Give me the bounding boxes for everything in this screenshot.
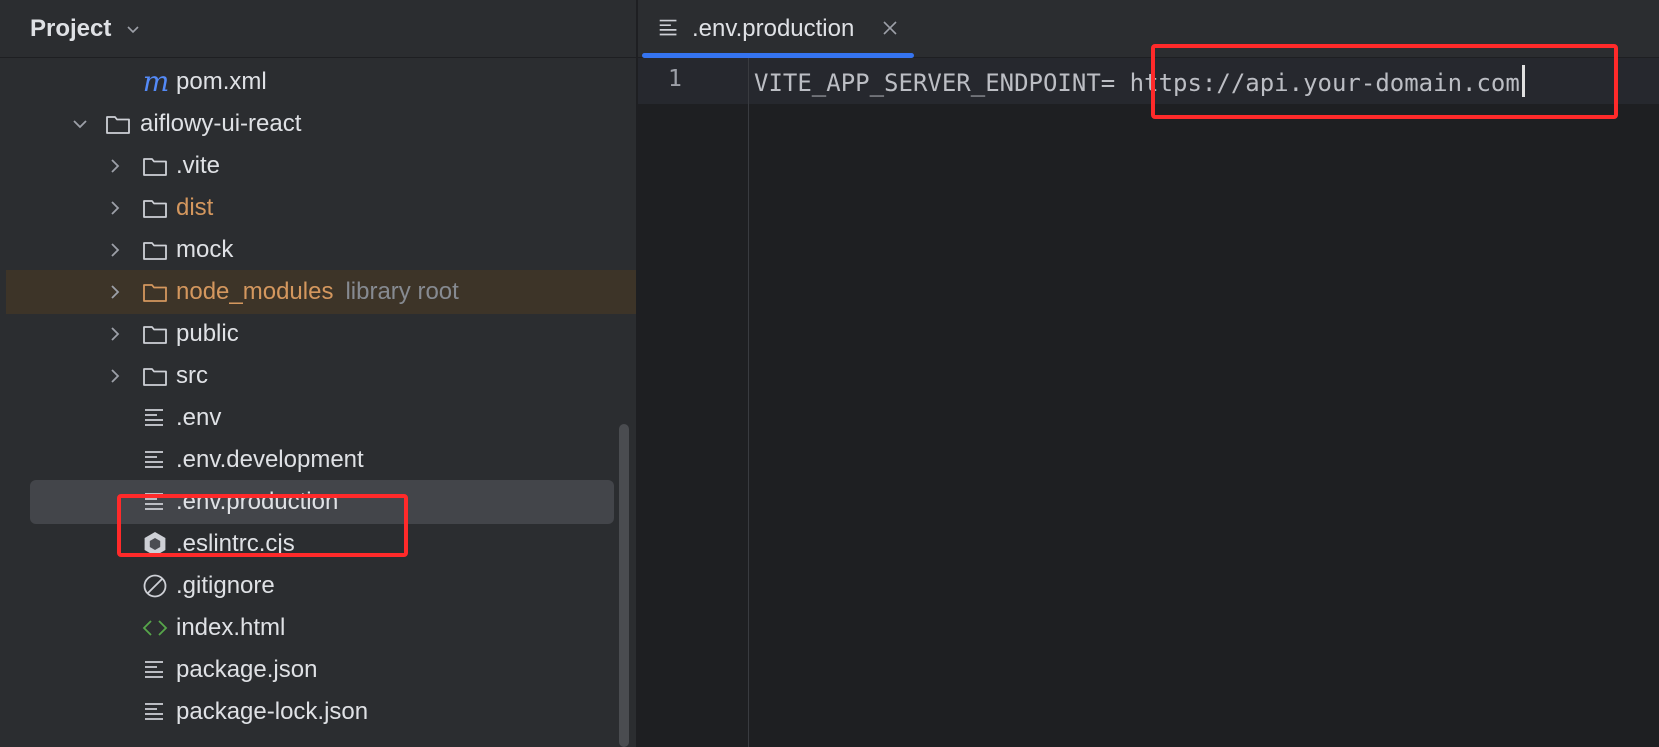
tree-item-label: dist <box>176 194 214 221</box>
html-file-icon <box>142 620 168 636</box>
tree-item-package-lock-json[interactable]: package-lock.json <box>6 690 636 734</box>
text-file-icon <box>145 451 163 468</box>
chevron-right-icon[interactable] <box>106 199 124 217</box>
eslint-icon <box>144 532 166 556</box>
tree-item-mock[interactable]: mock <box>6 228 636 272</box>
text-file-icon <box>145 703 163 720</box>
tree-item-dist[interactable]: dist <box>6 186 636 230</box>
tree-item-label: package.json <box>176 656 318 683</box>
tree-item-eslintrc[interactable]: .eslintrc.cjs <box>6 522 636 566</box>
text-file-icon <box>659 19 677 36</box>
tree-item-pom-xml[interactable]: m pom.xml <box>6 60 636 104</box>
tree-item-aiflowy-ui-react[interactable]: aiflowy-ui-react <box>6 102 636 146</box>
chevron-down-icon[interactable] <box>71 115 89 133</box>
folder-icon <box>143 200 167 218</box>
tab-label: .env.production <box>692 15 855 42</box>
tree-item-gitignore[interactable]: .gitignore <box>6 564 636 608</box>
folder-icon <box>106 116 130 134</box>
tab-env-production[interactable]: .env.production <box>642 0 914 58</box>
gutter-divider <box>748 58 749 747</box>
tree-item-label: src <box>176 362 208 389</box>
tree-item-node-modules[interactable]: node_modules library root <box>6 270 636 314</box>
text-file-icon <box>145 661 163 678</box>
close-icon[interactable] <box>882 20 898 36</box>
tree-item-env-production[interactable]: .env.production <box>30 480 614 524</box>
tree-item-label: .vite <box>176 152 221 179</box>
tree-item-label: package-lock.json <box>176 698 369 725</box>
tree-item-label: index.html <box>176 614 286 641</box>
tree-item-label: node_modules <box>176 278 334 305</box>
env-value: https://api.your-domain.com <box>1115 69 1520 97</box>
library-root-hint: library root <box>345 278 459 305</box>
folder-icon <box>143 368 167 386</box>
chevron-right-icon[interactable] <box>106 367 124 385</box>
folder-icon <box>143 242 167 260</box>
maven-icon: m <box>142 65 170 98</box>
editor-panel: .env.production 1 VITE_APP_SERVER_ENDPOI… <box>638 0 1659 747</box>
tree-item-env-development[interactable]: .env.development <box>6 438 636 482</box>
tree-item-vite[interactable]: .vite <box>6 144 636 188</box>
env-key: VITE_APP_SERVER_ENDPOINT= <box>754 69 1116 97</box>
text-file-icon <box>145 493 163 510</box>
tree-item-label: .env.production <box>176 488 339 515</box>
text-file-icon <box>145 409 163 426</box>
chevron-right-icon[interactable] <box>106 241 124 259</box>
tree-item-label-group: node_modules library root <box>176 278 459 306</box>
tree-item-src[interactable]: src <box>6 354 636 398</box>
folder-icon <box>143 326 167 344</box>
tree-item-label: aiflowy-ui-react <box>140 110 302 137</box>
folder-icon <box>143 158 167 176</box>
project-panel: Project m pom.xml aiflowy-ui-react .vite… <box>0 0 637 747</box>
editor-tab-bar: .env.production <box>638 0 1659 58</box>
tree-item-package-json[interactable]: package.json <box>6 648 636 692</box>
tree-item-public[interactable]: public <box>6 312 636 356</box>
chevron-down-icon[interactable] <box>125 21 141 37</box>
folder-icon <box>143 284 167 302</box>
tree-item-label: mock <box>176 236 234 263</box>
tree-item-label: .gitignore <box>176 572 275 599</box>
code-area[interactable]: 1 VITE_APP_SERVER_ENDPOINT= https://api.… <box>638 58 1659 747</box>
tree-item-label: .env <box>176 404 222 431</box>
chevron-right-icon[interactable] <box>106 283 124 301</box>
chevron-right-icon[interactable] <box>106 157 124 175</box>
code-line[interactable]: VITE_APP_SERVER_ENDPOINT= https://api.yo… <box>754 65 1525 97</box>
chevron-right-icon[interactable] <box>106 325 124 343</box>
text-caret <box>1521 65 1525 97</box>
project-panel-header[interactable]: Project <box>0 0 636 58</box>
ignore-file-icon <box>143 574 167 598</box>
project-panel-scrollbar[interactable] <box>619 424 629 747</box>
ide-window: Project m pom.xml aiflowy-ui-react .vite… <box>0 0 1659 747</box>
tree-item-index-html[interactable]: index.html <box>6 606 636 650</box>
line-number: 1 <box>668 66 682 92</box>
tree-item-label: .eslintrc.cjs <box>176 530 295 557</box>
project-panel-title[interactable]: Project <box>30 15 111 43</box>
tree-item-label: public <box>176 320 239 347</box>
tree-item-label: pom.xml <box>176 68 267 95</box>
tree-item-label: .env.development <box>176 446 364 473</box>
tree-item-env[interactable]: .env <box>6 396 636 440</box>
